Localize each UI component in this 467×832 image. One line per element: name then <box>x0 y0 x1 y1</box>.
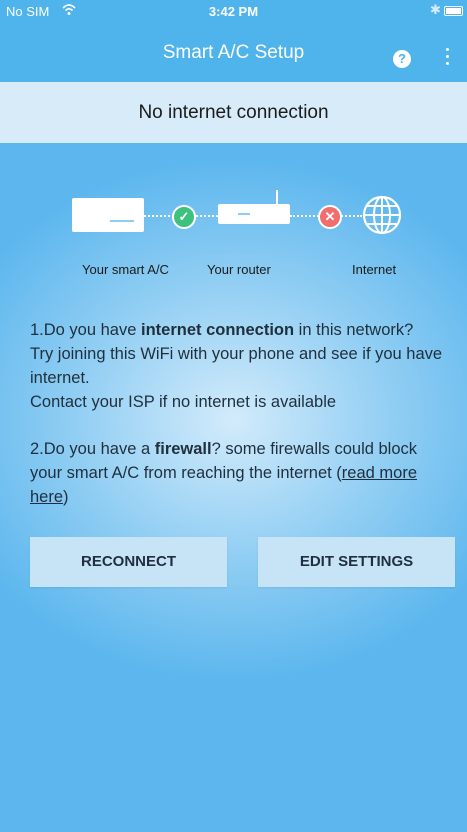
tip-firewall: 2.Do you have a firewall? some firewalls… <box>30 437 450 509</box>
tip2-suffix: ) <box>63 488 69 506</box>
battery-icon <box>444 6 463 16</box>
check-icon: ✓ <box>172 205 196 229</box>
error-icon: ✕ <box>318 205 342 229</box>
router-icon <box>218 190 290 224</box>
tip-internet-connection: 1.Do you have internet connection in thi… <box>30 318 450 414</box>
edit-settings-button[interactable]: EDIT SETTINGS <box>258 537 455 587</box>
connection-diagram: ✓ ✕ Your smart A/C Your router Internet <box>0 180 467 280</box>
internet-label: Internet <box>352 262 397 277</box>
tip1-suffix: in this network? <box>294 321 414 339</box>
ac-label: Your smart A/C <box>82 262 169 277</box>
more-vertical-icon[interactable] <box>442 48 452 68</box>
tip1-prefix: 1.Do you have <box>30 321 141 339</box>
status-bar: No SIM 3:42 PM ✱ <box>0 0 467 22</box>
router-label: Your router <box>207 262 271 277</box>
tip1-line2: Try joining this WiFi with your phone an… <box>30 345 443 387</box>
globe-icon <box>362 195 402 235</box>
air-conditioner-icon <box>72 198 144 232</box>
reconnect-button[interactable]: RECONNECT <box>30 537 227 587</box>
clock: 3:42 PM <box>208 4 259 19</box>
tip1-bold: internet connection <box>141 321 295 339</box>
bluetooth-icon: ✱ <box>430 2 441 17</box>
connection-status-banner: No internet connection <box>0 82 467 143</box>
tip2-prefix: 2.Do you have a <box>30 440 155 458</box>
help-icon[interactable]: ? <box>393 50 411 68</box>
tip2-bold: firewall <box>154 440 212 458</box>
tip1-line3: Contact your ISP if no internet is avail… <box>30 393 337 411</box>
app-bar: Smart A/C Setup ? <box>0 22 467 82</box>
